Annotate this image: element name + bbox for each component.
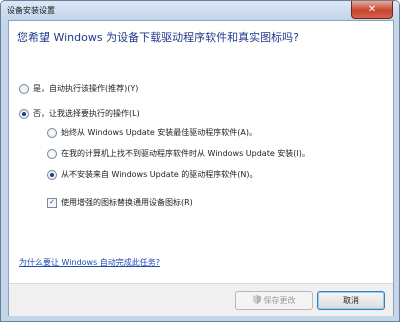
radio-auto[interactable] bbox=[19, 83, 29, 94]
radio-manual-label: 否，让我选择要执行的操作(L) bbox=[33, 109, 140, 118]
cancel-label: 取消 bbox=[343, 296, 359, 305]
checkmark-icon: ✓ bbox=[49, 198, 55, 206]
dialog-footer: 保存更改 取消 bbox=[9, 283, 393, 316]
save-changes-label: 保存更改 bbox=[263, 296, 296, 305]
close-button[interactable]: ✕ bbox=[351, 1, 393, 19]
cancel-button[interactable]: 取消 bbox=[317, 291, 385, 310]
radio-fallback-windows-update-option[interactable]: 在我的计算机上找不到驱动程序软件时从 Windows Update 安装(I)。 bbox=[47, 148, 310, 159]
radio-always-windows-update-option[interactable]: 始终从 Windows Update 安装最佳驱动程序软件(A)。 bbox=[47, 127, 257, 138]
enhanced-icons-checkbox[interactable]: ✓ bbox=[47, 197, 57, 208]
help-link[interactable]: 为什么要让 Windows 自动完成此任务? bbox=[19, 257, 160, 268]
uac-shield-icon bbox=[252, 295, 261, 306]
device-installation-settings-window: 设备安装设置 ✕ 您希望 Windows 为设备下载驱动程序软件和真实图标吗? … bbox=[0, 0, 400, 322]
radio-never-windows-update-label: 从不安装来自 Windows Update 的驱动程序软件(N)。 bbox=[61, 170, 258, 179]
radio-manual-option[interactable]: 否，让我选择要执行的操作(L) bbox=[19, 108, 140, 119]
close-icon: ✕ bbox=[367, 3, 377, 15]
radio-always-windows-update[interactable] bbox=[47, 127, 57, 138]
radio-auto-label: 是，自动执行该操作(推荐)(Y) bbox=[33, 84, 139, 93]
radio-always-windows-update-label: 始终从 Windows Update 安装最佳驱动程序软件(A)。 bbox=[61, 128, 258, 137]
enhanced-icons-option[interactable]: ✓ 使用增强的图标替换通用设备图标(R) bbox=[47, 197, 193, 208]
radio-fallback-windows-update[interactable] bbox=[47, 148, 57, 159]
title-bar[interactable]: 设备安装设置 ✕ bbox=[1, 1, 399, 20]
dialog-content: 您希望 Windows 为设备下载驱动程序软件和真实图标吗? 是，自动执行该操作… bbox=[8, 20, 394, 316]
radio-manual[interactable] bbox=[19, 108, 29, 119]
save-changes-button[interactable]: 保存更改 bbox=[235, 291, 313, 310]
dialog-question: 您希望 Windows 为设备下载驱动程序软件和真实图标吗? bbox=[17, 31, 299, 44]
radio-auto-option[interactable]: 是，自动执行该操作(推荐)(Y) bbox=[19, 83, 138, 94]
radio-fallback-windows-update-label: 在我的计算机上找不到驱动程序软件时从 Windows Update 安装(I)。 bbox=[61, 149, 310, 158]
radio-never-windows-update-option[interactable]: 从不安装来自 Windows Update 的驱动程序软件(N)。 bbox=[47, 169, 258, 180]
window-title: 设备安装设置 bbox=[7, 6, 55, 15]
enhanced-icons-label: 使用增强的图标替换通用设备图标(R) bbox=[61, 198, 193, 207]
radio-never-windows-update[interactable] bbox=[47, 169, 57, 180]
